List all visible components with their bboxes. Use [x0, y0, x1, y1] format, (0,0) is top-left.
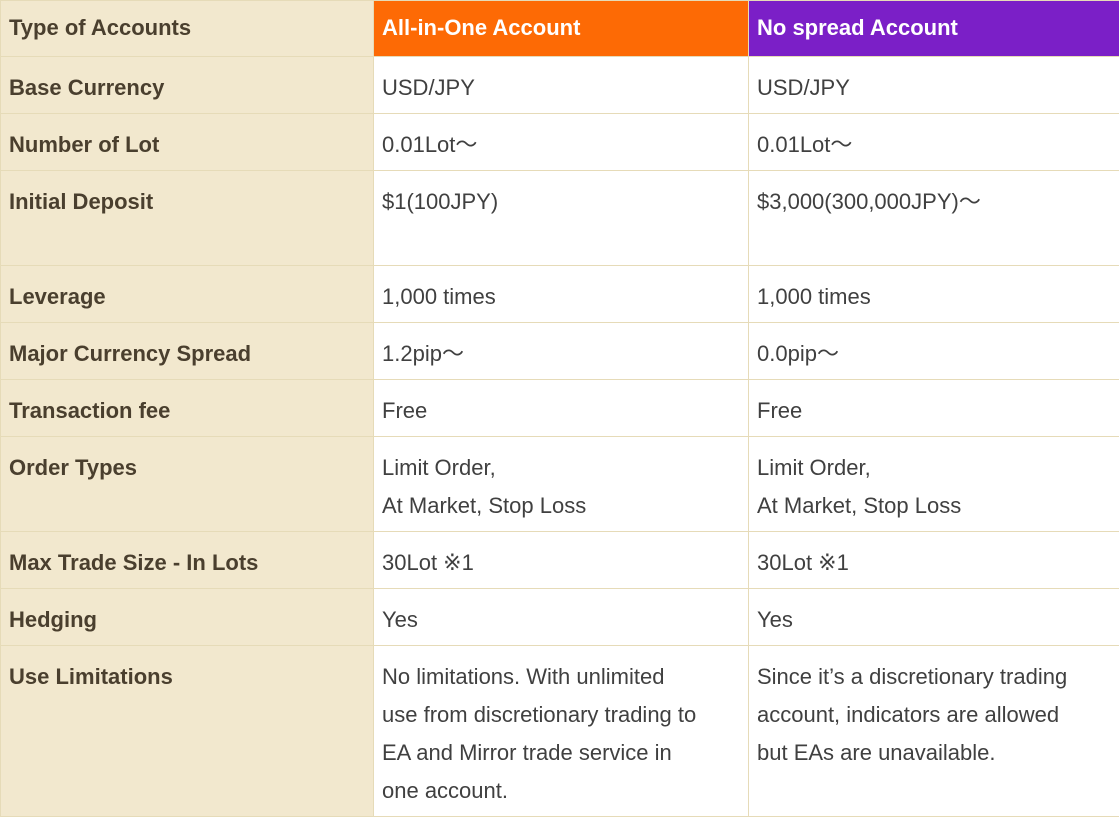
- header-no-spread-account: No spread Account: [749, 1, 1119, 57]
- no-spread-value-hedging: Yes: [749, 589, 1119, 646]
- row-label-order-types: Order Types: [1, 437, 374, 532]
- cell-text-line: use from discretionary trading to: [382, 696, 740, 734]
- cell-text-line: USD/JPY: [757, 69, 1111, 107]
- no-spread-value-leverage: 1,000 times: [749, 266, 1119, 323]
- table-row-max-trade-size-in-lots: Max Trade Size - In Lots30Lot ※130Lot ※1: [1, 532, 1119, 589]
- all-in-one-value-initial-deposit: $1(100JPY): [374, 171, 749, 266]
- no-spread-value-major-currency-spread: 0.0pip〜: [749, 323, 1119, 380]
- table-row-number-of-lot: Number of Lot0.01Lot〜0.01Lot〜: [1, 114, 1119, 171]
- cell-text-line: 0.01Lot〜: [757, 126, 1111, 164]
- cell-text-line: 1,000 times: [382, 278, 740, 316]
- cell-text-line: 30Lot ※1: [757, 544, 1111, 582]
- cell-text-line: Free: [382, 392, 740, 430]
- cell-text-line: Yes: [757, 601, 1111, 639]
- cell-text-line: Limit Order,: [757, 449, 1111, 487]
- cell-text-line: 1,000 times: [757, 278, 1111, 316]
- all-in-one-value-leverage: 1,000 times: [374, 266, 749, 323]
- cell-text-line: EA and Mirror trade service in: [382, 734, 740, 772]
- cell-text-line: $1(100JPY): [382, 183, 740, 221]
- cell-text-line: one account.: [382, 772, 740, 810]
- cell-text-line: At Market, Stop Loss: [382, 487, 740, 525]
- cell-text-line: but EAs are unavailable.: [757, 734, 1111, 772]
- all-in-one-value-max-trade-size-in-lots: 30Lot ※1: [374, 532, 749, 589]
- no-spread-value-order-types: Limit Order,At Market, Stop Loss: [749, 437, 1119, 532]
- row-label-hedging: Hedging: [1, 589, 374, 646]
- no-spread-value-max-trade-size-in-lots: 30Lot ※1: [749, 532, 1119, 589]
- all-in-one-value-transaction-fee: Free: [374, 380, 749, 437]
- table-row-leverage: Leverage1,000 times1,000 times: [1, 266, 1119, 323]
- cell-text-line: account, indicators are allowed: [757, 696, 1111, 734]
- no-spread-value-base-currency: USD/JPY: [749, 57, 1119, 114]
- cell-text-line: No limitations. With unlimited: [382, 658, 740, 696]
- no-spread-value-transaction-fee: Free: [749, 380, 1119, 437]
- cell-text-line: Yes: [382, 601, 740, 639]
- row-label-initial-deposit: Initial Deposit: [1, 171, 374, 266]
- table-row-hedging: HedgingYesYes: [1, 589, 1119, 646]
- row-label-max-trade-size-in-lots: Max Trade Size - In Lots: [1, 532, 374, 589]
- no-spread-value-number-of-lot: 0.01Lot〜: [749, 114, 1119, 171]
- all-in-one-value-base-currency: USD/JPY: [374, 57, 749, 114]
- all-in-one-value-use-limitations: No limitations. With unlimiteduse from d…: [374, 646, 749, 817]
- no-spread-value-use-limitations: Since it’s a discretionary tradingaccoun…: [749, 646, 1119, 817]
- table-row-transaction-fee: Transaction feeFreeFree: [1, 380, 1119, 437]
- account-comparison-table: Type of Accounts All-in-One Account No s…: [0, 0, 1119, 817]
- all-in-one-value-number-of-lot: 0.01Lot〜: [374, 114, 749, 171]
- row-label-base-currency: Base Currency: [1, 57, 374, 114]
- header-all-in-one-account: All-in-One Account: [374, 1, 749, 57]
- row-label-transaction-fee: Transaction fee: [1, 380, 374, 437]
- cell-text-line: 0.01Lot〜: [382, 126, 740, 164]
- cell-text-line: Limit Order,: [382, 449, 740, 487]
- cell-text-line: 30Lot ※1: [382, 544, 740, 582]
- row-label-use-limitations: Use Limitations: [1, 646, 374, 817]
- row-label-major-currency-spread: Major Currency Spread: [1, 323, 374, 380]
- table-row-initial-deposit: Initial Deposit$1(100JPY) $3,000(300,000J…: [1, 171, 1119, 266]
- all-in-one-value-major-currency-spread: 1.2pip〜: [374, 323, 749, 380]
- cell-text-line: 0.0pip〜: [757, 335, 1111, 373]
- table-row-use-limitations: Use LimitationsNo limitations. With unli…: [1, 646, 1119, 817]
- row-label-number-of-lot: Number of Lot: [1, 114, 374, 171]
- table-row-base-currency: Base CurrencyUSD/JPYUSD/JPY: [1, 57, 1119, 114]
- cell-text-line: $3,000(300,000JPY)〜: [757, 183, 1111, 221]
- header-type-of-accounts: Type of Accounts: [1, 1, 374, 57]
- cell-text-line: Free: [757, 392, 1111, 430]
- header-row: Type of Accounts All-in-One Account No s…: [1, 1, 1119, 57]
- table-row-order-types: Order TypesLimit Order,At Market, Stop L…: [1, 437, 1119, 532]
- cell-text-line: Since it’s a discretionary trading: [757, 658, 1111, 696]
- cell-text-line: At Market, Stop Loss: [757, 487, 1111, 525]
- all-in-one-value-hedging: Yes: [374, 589, 749, 646]
- all-in-one-value-order-types: Limit Order,At Market, Stop Loss: [374, 437, 749, 532]
- cell-text-line: 1.2pip〜: [382, 335, 740, 373]
- row-label-leverage: Leverage: [1, 266, 374, 323]
- cell-text-line: USD/JPY: [382, 69, 740, 107]
- no-spread-value-initial-deposit: $3,000(300,000JPY)〜: [749, 171, 1119, 266]
- table-row-major-currency-spread: Major Currency Spread1.2pip〜 0.0pip〜: [1, 323, 1119, 380]
